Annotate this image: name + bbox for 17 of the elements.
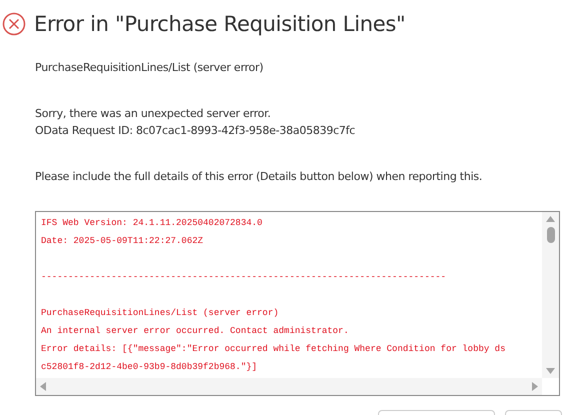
error-message: Sorry, there was an unexpected server error. OData Request ID: 8c07cac1-8993-42f3-958e-38a05839c7fc bbox=[35, 106, 356, 139]
scroll-up-icon[interactable] bbox=[546, 216, 555, 222]
dialog-title: Error in "Purchase Requisition Lines" bbox=[34, 12, 406, 36]
log-line: c52801f8-2d12-4be0-93b9-8d0b39f2b968."}] bbox=[41, 361, 258, 374]
log-line: Date: 2025-05-09T11:22:27.062Z bbox=[41, 235, 204, 248]
scroll-down-icon[interactable] bbox=[546, 368, 555, 374]
scroll-right-icon[interactable] bbox=[532, 382, 538, 391]
log-line: --------------------------------------------------------------------------- bbox=[41, 271, 448, 284]
log-line: PurchaseRequisitionLines/List (server error) bbox=[41, 307, 280, 320]
instruction-text: Please include the full details of this error (Details button below) when reporting this. bbox=[35, 169, 484, 185]
log-line: IFS Web Version: 24.1.11.20250402072834.0 bbox=[41, 217, 264, 230]
scrollbar-thumb[interactable] bbox=[546, 227, 554, 243]
error-source: PurchaseRequisitionLines/List (server error) bbox=[35, 60, 264, 76]
log-line: An internal server error occurred. Contact administrator. bbox=[41, 325, 350, 338]
error-icon bbox=[2, 12, 26, 36]
log-line: Error details: [{"message":"Error occurred while fetching Where Condition for lobby ds bbox=[41, 343, 506, 356]
scroll-left-icon[interactable] bbox=[40, 382, 46, 391]
